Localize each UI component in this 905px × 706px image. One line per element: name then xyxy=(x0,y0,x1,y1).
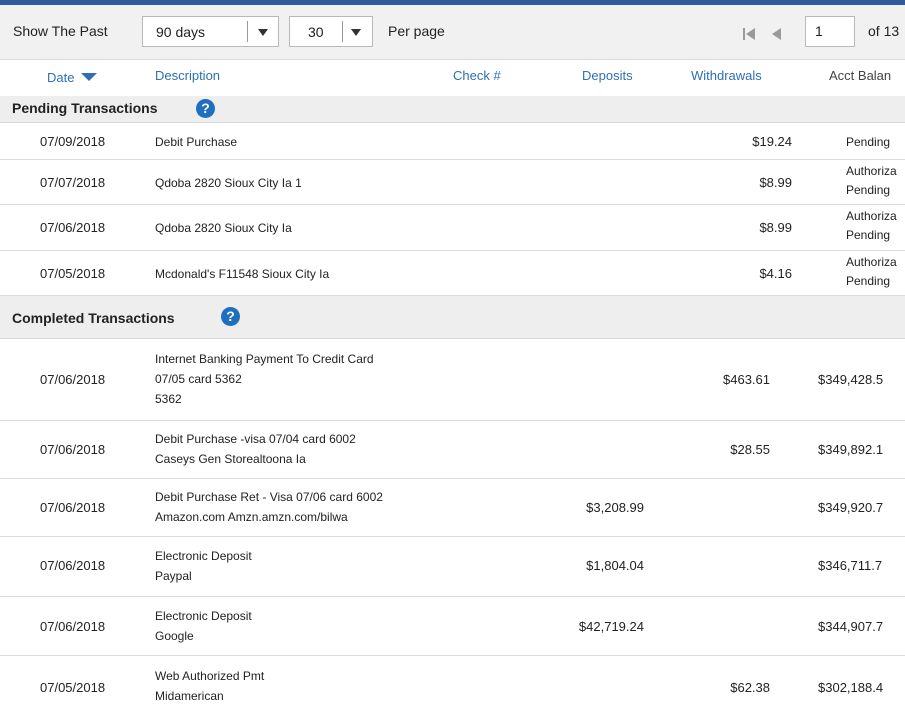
description-column-header[interactable]: Description xyxy=(155,68,220,83)
completed-section-header: Completed Transactions ? xyxy=(0,296,905,339)
date-range-value: 90 days xyxy=(156,24,206,40)
completed-row[interactable]: 07/06/2018 Electronic Deposit Paypal $1,… xyxy=(0,537,905,597)
filter-toolbar: Show The Past 90 days 30 Per page 1 of 1… xyxy=(0,5,905,60)
show-the-past-label: Show The Past xyxy=(13,23,108,39)
chevron-down-icon xyxy=(351,29,361,36)
page-count-label: of 13 xyxy=(868,23,900,39)
column-header-row: Date Description Check # Deposits Withdr… xyxy=(0,60,905,96)
completed-row[interactable]: 07/06/2018 Debit Purchase -visa 07/04 ca… xyxy=(0,421,905,479)
previous-page-icon[interactable] xyxy=(771,28,781,40)
date-column-header[interactable]: Date xyxy=(47,70,98,85)
per-page-label: Per page xyxy=(388,23,445,39)
first-page-icon[interactable] xyxy=(743,28,755,40)
per-page-value: 30 xyxy=(308,24,324,40)
completed-section-title: Completed Transactions xyxy=(12,310,175,326)
withdrawals-column-header[interactable]: Withdrawals xyxy=(691,68,762,83)
help-icon[interactable]: ? xyxy=(221,307,240,326)
deposits-column-header[interactable]: Deposits xyxy=(582,68,633,83)
pending-row[interactable]: 07/05/2018 Mcdonald's F11548 Sioux City … xyxy=(0,251,905,296)
sort-descending-icon xyxy=(81,73,98,81)
check-number-column-header[interactable]: Check # xyxy=(453,68,501,83)
help-icon[interactable]: ? xyxy=(196,99,215,118)
pending-row[interactable]: 07/09/2018 Debit Purchase $19.24 Pending xyxy=(0,122,905,160)
balance-column-header: Acct Balan xyxy=(829,68,892,83)
completed-row[interactable]: 07/06/2018 Internet Banking Payment To C… xyxy=(0,339,905,421)
page-number-input[interactable]: 1 xyxy=(805,16,855,47)
chevron-down-icon xyxy=(258,29,268,36)
pending-row[interactable]: 07/07/2018 Qdoba 2820 Sioux City Ia 1 $8… xyxy=(0,160,905,205)
pending-row[interactable]: 07/06/2018 Qdoba 2820 Sioux City Ia $8.9… xyxy=(0,205,905,251)
completed-row[interactable]: 07/05/2018 Web Authorized Pmt Midamerica… xyxy=(0,656,905,706)
completed-row[interactable]: 07/06/2018 Electronic Deposit Google $42… xyxy=(0,597,905,656)
per-page-select[interactable]: 30 xyxy=(289,16,373,47)
date-range-select[interactable]: 90 days xyxy=(142,16,279,47)
pending-section-header: Pending Transactions ? xyxy=(0,96,905,123)
pending-section-title: Pending Transactions xyxy=(12,100,158,116)
completed-row[interactable]: 07/06/2018 Debit Purchase Ret - Visa 07/… xyxy=(0,479,905,537)
